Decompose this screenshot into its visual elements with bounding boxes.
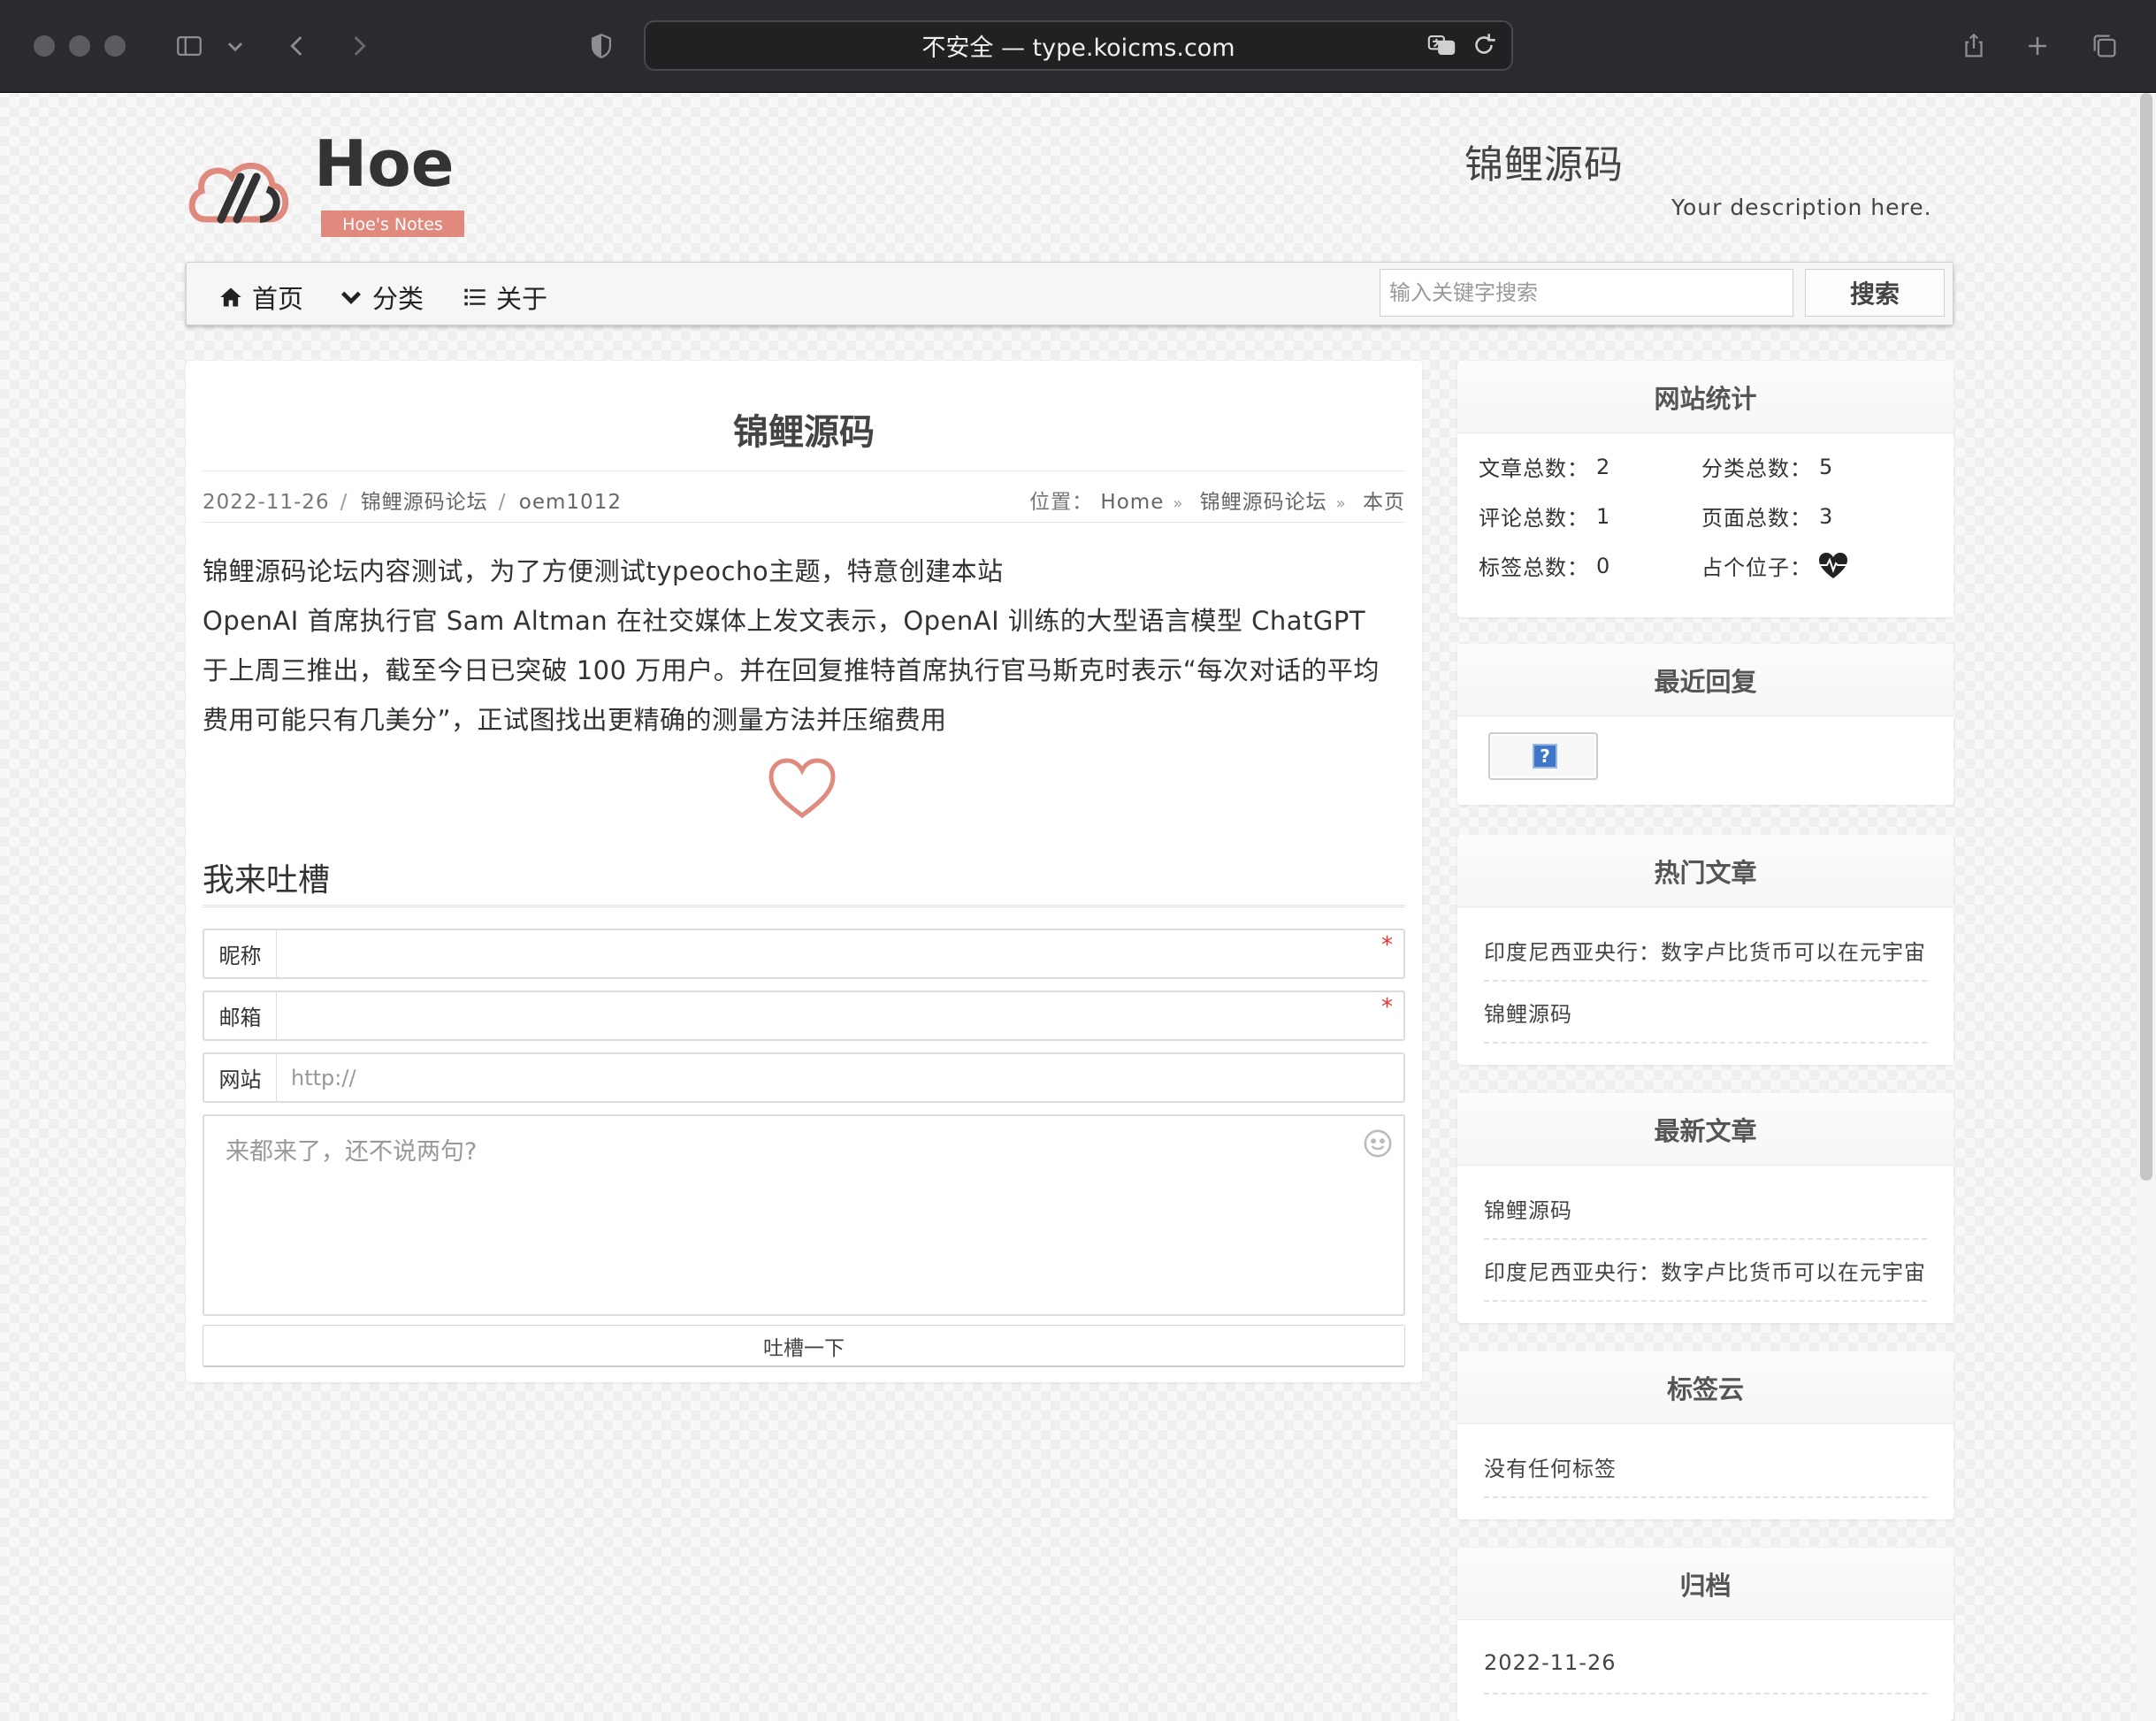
forward-arrow-icon[interactable] bbox=[340, 27, 378, 65]
widget-title: 最近回复 bbox=[1457, 644, 1953, 716]
required-mark: * bbox=[1381, 932, 1393, 959]
post-date: 2022-11-26 bbox=[203, 491, 330, 514]
site-title[interactable]: 锦鲤源码 bbox=[1464, 133, 1624, 189]
translate-icon[interactable] bbox=[1426, 30, 1456, 60]
post-body: 锦鲤源码论坛内容测试，为了方便测试typeocho主题，特意创建本站 OpenA… bbox=[203, 547, 1410, 745]
sidebar-toggle-icon[interactable] bbox=[170, 27, 209, 65]
share-icon[interactable] bbox=[1954, 27, 1993, 65]
shield-icon[interactable] bbox=[582, 27, 621, 65]
divider bbox=[203, 470, 1405, 471]
page-scrollbar[interactable] bbox=[2137, 93, 2156, 1721]
nav-item-categories[interactable]: 分类 bbox=[339, 279, 424, 316]
nav-item-label: 分类 bbox=[372, 284, 424, 314]
latest-post-link[interactable]: 印度尼西亚央行：数字卢比货币可以在元宇宙 bbox=[1484, 1240, 1927, 1302]
url-text: 不安全 — type.koicms.com bbox=[921, 34, 1235, 62]
divider bbox=[203, 522, 1405, 523]
list-icon bbox=[464, 288, 485, 306]
nickname-field: 昵称 * bbox=[203, 929, 1405, 979]
hot-post-link[interactable]: 锦鲤源码 bbox=[1484, 982, 1927, 1044]
post-author-link[interactable]: oem1012 bbox=[519, 491, 622, 514]
email-input[interactable] bbox=[277, 992, 1403, 1039]
zoom-window-button[interactable] bbox=[104, 35, 126, 57]
address-bar[interactable]: 不安全 — type.koicms.com bbox=[644, 20, 1513, 71]
widget-title: 归档 bbox=[1457, 1548, 1953, 1620]
latest-post-link[interactable]: 锦鲤源码 bbox=[1484, 1178, 1927, 1240]
chevron-down-icon[interactable] bbox=[219, 27, 251, 65]
nav-item-home[interactable]: 首页 bbox=[218, 279, 303, 316]
main-nav: 首页 分类 关于 搜索 bbox=[186, 262, 1953, 325]
new-tab-icon[interactable] bbox=[2018, 27, 2057, 65]
stat-comments: 评论总数： 1 bbox=[1479, 503, 1611, 532]
post-card: 锦鲤源码 2022-11-26/ 锦鲤源码论坛 / oem1012 位置： Hom… bbox=[186, 361, 1422, 1382]
archive-widget: 归档 2022-11-26 bbox=[1457, 1548, 1953, 1721]
back-arrow-icon[interactable] bbox=[278, 27, 317, 65]
stat-categories: 分类总数： 5 bbox=[1701, 454, 1834, 482]
post-paragraph: 锦鲤源码论坛内容测试，为了方便测试typeocho主题，特意创建本站 bbox=[203, 556, 1004, 586]
chevron-down-icon bbox=[341, 291, 361, 304]
email-field: 邮箱 * bbox=[203, 991, 1405, 1041]
tab-overview-icon[interactable] bbox=[2085, 27, 2124, 65]
stat-pages: 页面总数： 3 bbox=[1701, 503, 1834, 532]
divider bbox=[203, 905, 1405, 907]
missing-image-icon: ? bbox=[1533, 744, 1557, 769]
widget-title: 标签云 bbox=[1457, 1351, 1953, 1424]
heartbeat-icon bbox=[1819, 552, 1847, 578]
minimize-window-button[interactable] bbox=[69, 35, 90, 57]
latest-posts-widget: 最新文章 锦鲤源码 印度尼西亚央行：数字卢比货币可以在元宇宙 bbox=[1457, 1093, 1953, 1323]
scrollbar-thumb[interactable] bbox=[2140, 93, 2152, 1181]
like-heart-icon[interactable] bbox=[768, 757, 837, 821]
required-mark: * bbox=[1381, 994, 1393, 1021]
breadcrumb-label: 位置： bbox=[1029, 491, 1094, 514]
website-label: 网站 bbox=[204, 1054, 277, 1101]
tag-cloud-empty: 没有任何标签 bbox=[1484, 1436, 1927, 1498]
tag-cloud-widget: 标签云 没有任何标签 bbox=[1457, 1351, 1953, 1519]
comment-textarea-wrapper bbox=[203, 1114, 1405, 1316]
window-controls bbox=[34, 35, 126, 57]
reload-icon[interactable] bbox=[1469, 30, 1499, 60]
post-category-link[interactable]: 锦鲤源码论坛 bbox=[361, 491, 488, 514]
post-paragraph: OpenAI 首席执行官 Sam Altman 在社交媒体上发文表示，OpenA… bbox=[203, 606, 1366, 636]
stat-tags: 标签总数： 0 bbox=[1479, 553, 1611, 581]
archive-link[interactable]: 2022-11-26 bbox=[1484, 1633, 1927, 1694]
post-paragraph: 于上周三推出，截至今日已突破 100 万用户。并在回复推特首席执行官马斯克时表示… bbox=[203, 655, 1380, 685]
nav-item-label: 关于 bbox=[496, 284, 548, 314]
logo-text: Hoe bbox=[314, 133, 455, 201]
site-logo[interactable]: Hoe Hoe's Notes bbox=[186, 126, 469, 243]
nickname-input[interactable] bbox=[277, 930, 1403, 977]
browser-toolbar: 不安全 — type.koicms.com bbox=[0, 0, 2156, 93]
nav-item-label: 首页 bbox=[252, 284, 304, 314]
breadcrumb-current: 本页 bbox=[1363, 491, 1405, 514]
breadcrumb-home[interactable]: Home bbox=[1100, 491, 1164, 514]
widget-title: 最新文章 bbox=[1457, 1093, 1953, 1166]
post-title: 锦鲤源码 bbox=[733, 412, 875, 453]
website-input[interactable] bbox=[277, 1054, 1403, 1101]
stats-widget: 网站统计 文章总数： 2 分类总数： 5 评论总数： 1 页面总数： 3 标签总数： 0 … bbox=[1457, 361, 1953, 617]
stat-articles: 文章总数： 2 bbox=[1479, 454, 1611, 482]
comment-form-heading: 我来吐槽 bbox=[203, 862, 331, 899]
website-field: 网站 bbox=[203, 1052, 1405, 1103]
hot-post-link[interactable]: 印度尼西亚央行：数字卢比货币可以在元宇宙 bbox=[1484, 920, 1927, 982]
widget-title: 网站统计 bbox=[1457, 361, 1953, 433]
post-meta: 2022-11-26/ 锦鲤源码论坛 / oem1012 bbox=[203, 491, 622, 514]
hot-posts-widget: 热门文章 印度尼西亚央行：数字卢比货币可以在元宇宙 锦鲤源码 bbox=[1457, 835, 1953, 1065]
site-description: Your description here. bbox=[1671, 195, 1932, 220]
submit-comment-button[interactable]: 吐槽一下 bbox=[203, 1325, 1405, 1367]
stat-placeholder: 占个位子： bbox=[1701, 550, 1849, 581]
nickname-label: 昵称 bbox=[204, 930, 277, 977]
email-label: 邮箱 bbox=[204, 992, 277, 1039]
emoji-icon[interactable] bbox=[1363, 1128, 1393, 1159]
breadcrumb: 位置： Home» 锦鲤源码论坛» 本页 bbox=[1029, 491, 1405, 514]
recent-replies-widget: 最近回复 ? bbox=[1457, 644, 1953, 805]
close-window-button[interactable] bbox=[34, 35, 55, 57]
breadcrumb-category[interactable]: 锦鲤源码论坛 bbox=[1200, 491, 1327, 514]
nav-item-about[interactable]: 关于 bbox=[463, 279, 547, 316]
widget-title: 热门文章 bbox=[1457, 835, 1953, 907]
logo-subtitle: Hoe's Notes bbox=[342, 215, 443, 234]
post-paragraph: 费用可能只有几美分”，正试图找出更精确的测量方法并压缩费用 bbox=[203, 705, 947, 735]
home-icon bbox=[220, 287, 241, 307]
search-input[interactable] bbox=[1380, 269, 1793, 317]
search-button[interactable]: 搜索 bbox=[1805, 269, 1945, 317]
comment-textarea[interactable] bbox=[204, 1116, 1403, 1314]
reply-avatar[interactable]: ? bbox=[1488, 732, 1598, 780]
